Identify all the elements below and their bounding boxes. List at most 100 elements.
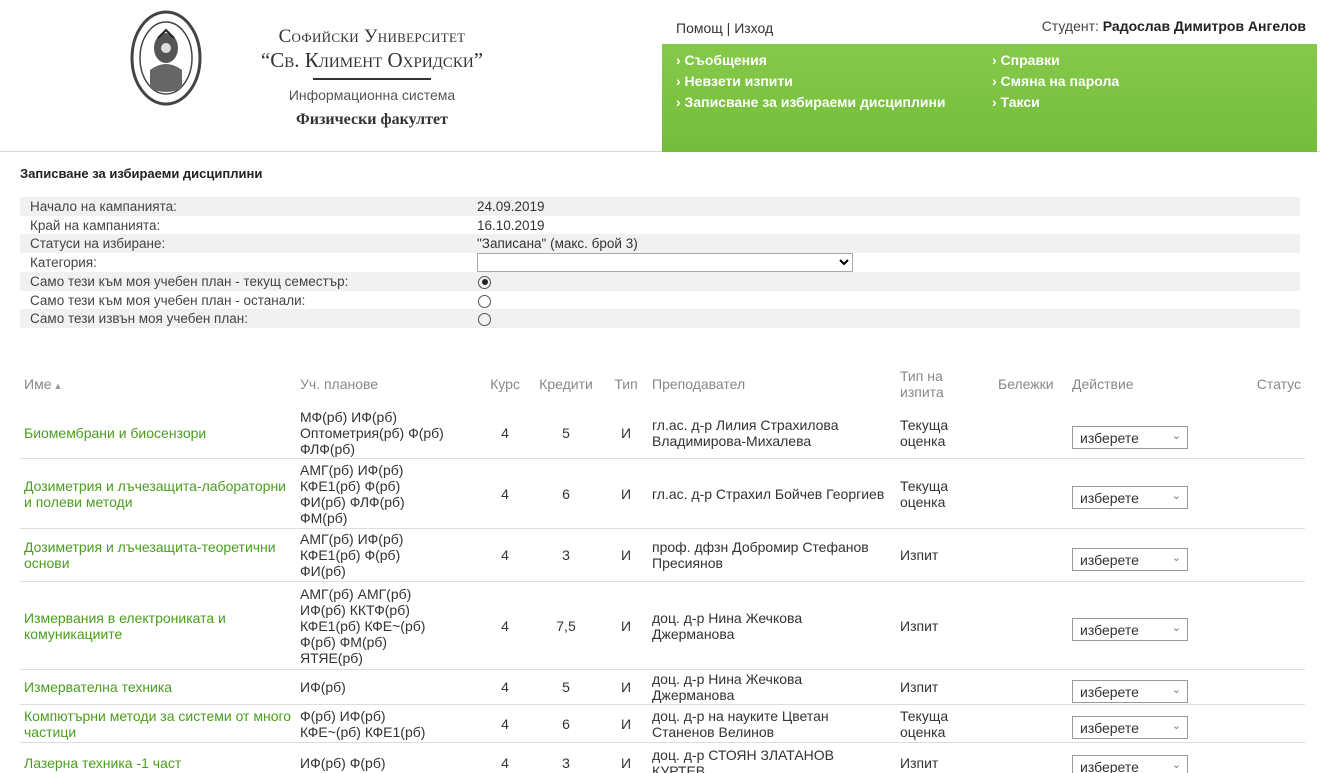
plans-line: МФ(рб) ИФ(рб) <box>300 409 398 425</box>
course-cell: 4 <box>482 458 528 529</box>
chevron-down-icon: ⌄ <box>1171 759 1181 771</box>
plans-line: ФИ(рб) <box>300 563 346 579</box>
menu-untaken-exams[interactable]: › Невзети изпити <box>676 71 946 92</box>
plans-line: АМГ(рб) ИФ(рб) <box>300 461 404 478</box>
teacher-line: доц. д-р Нина Жечкова <box>652 671 803 687</box>
discipline-name-link[interactable]: Лазерна техника -1 част <box>20 742 296 773</box>
notes-cell <box>994 458 1068 529</box>
study-plans-cell: АМГ(рб) АМГ(рб) ИФ(рб) ККТФ(рб) КФЕ1(рб) К… <box>296 581 482 670</box>
plans-line: КФЕ1(рб) Ф(рб) <box>300 477 401 494</box>
status-cell <box>1224 742 1305 773</box>
discipline-name-link[interactable]: Дозиметрия и лъчезащита-теоретични основ… <box>20 528 296 582</box>
discipline-name-link[interactable]: Биомембрани и биосензори <box>20 408 296 459</box>
menu-reports[interactable]: › Справки <box>992 50 1119 71</box>
radio-remaining[interactable] <box>478 294 491 308</box>
logout-link[interactable]: Изход <box>734 20 773 36</box>
plans-line: ФИ(рб) ФЛФ(рб) <box>300 493 405 510</box>
option-remaining-cell <box>467 290 1300 310</box>
action-select-label: изберете <box>1080 622 1139 638</box>
student-label: Студент: <box>1041 18 1099 34</box>
action-select[interactable]: изберете ⌄ <box>1072 486 1188 509</box>
menu-change-password[interactable]: › Смяна на парола <box>992 71 1119 92</box>
credits-cell: 5 <box>528 408 604 459</box>
student-name: Радослав Димитров Ангелов <box>1102 18 1306 34</box>
action-select[interactable]: изберете ⌄ <box>1072 547 1188 571</box>
plans-line: КФЕ~(рб) КФЕ1(рб) <box>300 723 426 740</box>
system-name: Информационна система <box>288 87 456 103</box>
teacher-cell: доц. д-р Нина Жечкова Джерманова <box>648 669 896 705</box>
plans-line: АМГ(рб) ИФ(рб) <box>300 531 404 547</box>
radio-current-semester[interactable] <box>478 275 491 289</box>
info-row: Категория: <box>20 253 1300 273</box>
discipline-name-link[interactable]: Компютърни методи за системи от много ча… <box>20 704 296 743</box>
action-cell: изберете ⌄ <box>1068 581 1224 670</box>
credits-cell: 3 <box>528 528 604 582</box>
chevron-down-icon: ⌄ <box>1171 683 1181 696</box>
menu-elective-enrollment[interactable]: › Записване за избираеми дисциплини <box>676 92 946 113</box>
page-title: Записване за избираеми дисциплини <box>20 166 263 181</box>
university-name: Софийски Университет “Св. Климент Охридс… <box>212 26 532 132</box>
action-select[interactable]: изберете ⌄ <box>1072 425 1188 449</box>
university-seal-icon <box>130 10 202 106</box>
option-current-cell <box>467 272 1300 291</box>
info-row: Край на кампанията: 16.10.2019 <box>20 215 1300 235</box>
menu-column-1: › Съобщения › Невзети изпити › Записване… <box>676 50 946 113</box>
course-cell: 4 <box>482 581 528 670</box>
radio-outside-plan[interactable] <box>478 313 491 327</box>
exam-type-cell: Текуща оценка <box>896 408 994 459</box>
info-row: Само тези към моя учебен план - текущ се… <box>20 272 1300 291</box>
menu-fees[interactable]: › Такси <box>992 92 1119 113</box>
col-type-header: Тип <box>614 376 638 392</box>
menu-column-2: › Справки › Смяна на парола › Такси <box>992 50 1119 113</box>
action-select-label: изберете <box>1080 759 1139 773</box>
divider <box>313 78 431 80</box>
type-cell: И <box>604 528 648 582</box>
notes-cell <box>994 528 1068 582</box>
discipline-name-link[interactable]: Измервателна техника <box>20 669 296 705</box>
teacher-cell: гл.ас. д-р Лилия Страхилова Владимирова-М… <box>648 408 896 459</box>
discipline-name-link[interactable]: Измервания в електрониката и комуникации… <box>20 581 296 670</box>
discipline-name-link[interactable]: Дозиметрия и лъчезащита-лабораторни и по… <box>20 458 296 529</box>
course-cell: 4 <box>482 528 528 582</box>
status-cell <box>1224 704 1305 743</box>
category-select[interactable] <box>477 253 853 273</box>
category-label: Категория: <box>20 253 467 273</box>
teacher-cell: гл.ас. д-р Страхил Бойчев Георгиев <box>648 458 896 529</box>
table-row: Измервателна техника ИФ(рб) 4 5 Идоц. д-р Ни… <box>20 669 1305 705</box>
col-name-header[interactable]: Име ▲ <box>20 360 296 408</box>
col-action-header: Действие <box>1072 376 1134 392</box>
top-bar: Помощ | Изход Студент: Радослав Димитров… <box>662 14 1312 42</box>
disciplines-table: Име ▲ Уч. планове Курс Кредити Тип Препод… <box>20 360 1305 773</box>
exam-type-cell: Текуща оценка <box>896 458 994 529</box>
type-cell: И <box>604 669 648 705</box>
study-plans-cell: АМГ(рб) ИФ(рб) КФЕ1(рб) Ф(рб) ФИ(рб) <box>296 528 482 582</box>
notes-cell <box>994 742 1068 773</box>
action-select-label: изберете <box>1080 720 1139 736</box>
course-cell: 4 <box>482 704 528 743</box>
plans-line: ФЛФ(рб) <box>300 441 355 457</box>
help-link[interactable]: Помощ <box>676 20 723 36</box>
type-cell: И <box>604 742 648 773</box>
teacher-line: доц. д-р на науките Цветан <box>652 707 829 724</box>
study-plans-cell: ИФ(рб) Ф(рб) <box>296 742 482 773</box>
teacher-cell: доц. д-р Нина Жечкова Джерманова <box>648 581 896 670</box>
plans-line: ИФ(рб) ККТФ(рб) <box>300 601 410 618</box>
chevron-down-icon: ⌄ <box>1171 429 1181 442</box>
action-select[interactable]: изберете ⌄ <box>1072 755 1188 773</box>
col-exam-type-line1: Тип на <box>900 368 943 384</box>
table-row: Лазерна техника -1 част ИФ(рб) Ф(рб) 4 3 Идо… <box>20 742 1305 773</box>
plans-line: Ф(рб) ИФ(рб) <box>300 707 386 724</box>
status-cell <box>1224 528 1305 582</box>
teacher-line: доц. д-р СТОЯН ЗЛАТАНОВ <box>652 746 835 763</box>
col-teacher-header: Преподавател <box>652 376 746 392</box>
exam-type-cell: Изпит <box>896 742 994 773</box>
action-select[interactable]: изберете ⌄ <box>1072 716 1188 739</box>
option-outside-label: Само тези извън моя учебен план: <box>20 309 467 329</box>
plans-line: ФМ(рб) <box>300 509 348 526</box>
plans-line: ЯТЯЕ(рб) <box>300 649 363 666</box>
action-select[interactable]: изберете ⌄ <box>1072 679 1188 703</box>
menu-messages[interactable]: › Съобщения <box>676 50 946 71</box>
action-cell: изберете ⌄ <box>1068 408 1224 459</box>
teacher-cell: доц. д-р на науките Цветан Станенов Велин… <box>648 704 896 743</box>
action-select[interactable]: изберете ⌄ <box>1072 618 1188 641</box>
